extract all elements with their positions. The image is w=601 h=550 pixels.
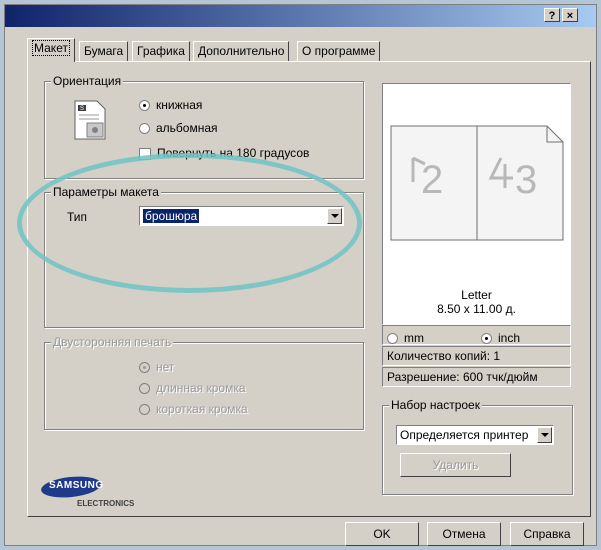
favorites-value: Определяется принтер xyxy=(400,428,529,442)
duplex-short-edge-radio[interactable]: короткая кромка xyxy=(139,402,248,416)
duplex-none-radio-dot xyxy=(139,361,150,373)
logo-sub: ELECTRONICS xyxy=(77,499,135,508)
preview-page-left: 2 xyxy=(421,158,444,202)
resolution-info: Разрешение: 600 тчк/дюйм xyxy=(382,367,571,387)
booklet-preview-image: 2 3 xyxy=(389,124,565,242)
duplex-legend: Двусторонняя печать xyxy=(51,335,174,349)
svg-text:S: S xyxy=(80,106,84,112)
duplex-short-edge-label: короткая кромка xyxy=(156,402,248,416)
chevron-down-icon[interactable] xyxy=(327,208,342,224)
layout-type-value: брошюра xyxy=(143,209,200,223)
rotate-180-label: Повернуть на 180 градусов xyxy=(157,146,310,160)
preview-page-right: 3 xyxy=(515,158,538,202)
paper-name: Letter xyxy=(461,288,492,302)
cancel-button[interactable]: Отмена xyxy=(427,522,501,546)
landscape-radio-dot xyxy=(139,122,150,134)
rotate-180-checkbox[interactable] xyxy=(139,148,151,160)
units-inch-label: inch xyxy=(498,331,521,345)
units-mm-radio[interactable]: mm xyxy=(387,329,424,347)
logo-brand: SAMSUNG xyxy=(49,480,104,491)
favorites-group: Набор настроек xyxy=(382,398,573,495)
paper-size: 8.50 x 11.00 д. xyxy=(437,302,516,316)
tab-layout-label: Макет xyxy=(32,40,70,56)
help-button[interactable]: Справка xyxy=(510,522,584,546)
layout-preview: 2 3 Letter 8.50 x 11.00 д. xyxy=(382,83,571,325)
tab-advanced[interactable]: Дополнительно xyxy=(193,41,290,61)
duplex-none-radio[interactable]: нет xyxy=(139,360,174,374)
portrait-page-icon: S xyxy=(73,99,107,141)
orientation-legend: Ориентация xyxy=(51,74,124,88)
units-row: mm inch xyxy=(382,325,571,345)
tab-paper[interactable]: Бумага xyxy=(79,41,129,61)
portrait-label: книжная xyxy=(156,98,203,112)
close-title-button[interactable]: × xyxy=(562,8,578,22)
help-title-button[interactable]: ? xyxy=(544,8,560,22)
landscape-radio[interactable]: альбомная xyxy=(139,121,218,135)
favorites-select[interactable]: Определяется принтер xyxy=(396,425,554,445)
units-mm-radio-dot xyxy=(387,332,398,344)
portrait-radio-dot xyxy=(139,99,150,111)
print-properties-window: ? × Макет Бумага Графика Дополнительно О… xyxy=(4,4,597,546)
layout-options-legend: Параметры макета xyxy=(51,185,161,199)
delete-favorite-button[interactable]: Удалить xyxy=(400,453,511,477)
title-bar: ? × xyxy=(5,5,596,27)
tab-about[interactable]: О программе xyxy=(297,41,381,61)
tab-layout[interactable]: Макет xyxy=(27,38,75,62)
favorites-legend: Набор настроек xyxy=(389,398,482,412)
duplex-long-edge-radio-dot xyxy=(139,382,150,394)
duplex-long-edge-label: длинная кромка xyxy=(156,381,246,395)
portrait-radio[interactable]: книжная xyxy=(139,98,202,112)
copies-info: Количество копий: 1 xyxy=(382,346,571,366)
ok-button[interactable]: OK xyxy=(345,522,419,546)
samsung-logo: SAMSUNG ELECTRONICS xyxy=(37,475,167,515)
chevron-down-icon[interactable] xyxy=(537,427,552,443)
units-inch-radio[interactable]: inch xyxy=(481,329,520,347)
units-mm-label: mm xyxy=(404,331,424,345)
duplex-long-edge-radio[interactable]: длинная кромка xyxy=(139,381,246,395)
layout-type-label: Тип xyxy=(67,210,88,224)
duplex-none-label: нет xyxy=(156,360,175,374)
landscape-label: альбомная xyxy=(156,121,218,135)
units-inch-radio-dot xyxy=(481,332,492,344)
tab-graphics[interactable]: Графика xyxy=(132,41,190,61)
duplex-short-edge-radio-dot xyxy=(139,403,150,415)
layout-type-select[interactable]: брошюра xyxy=(139,206,344,226)
